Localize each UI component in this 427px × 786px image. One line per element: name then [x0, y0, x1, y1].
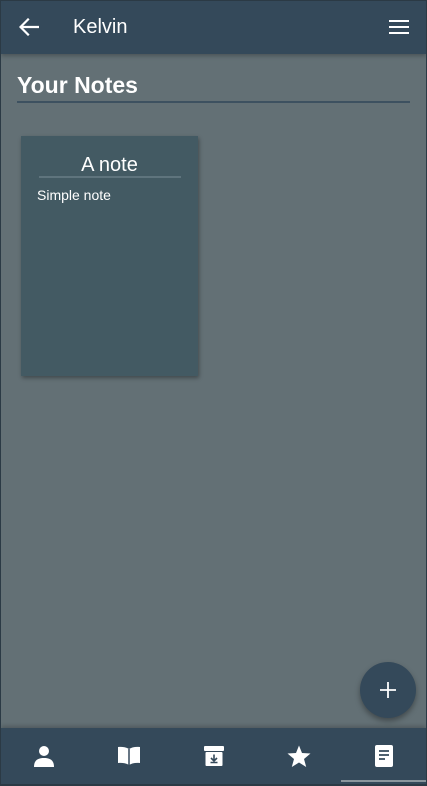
hamburger-menu-icon	[389, 19, 409, 35]
note-title: A note	[81, 154, 138, 176]
nav-archive[interactable]	[171, 728, 256, 784]
open-book-icon	[117, 746, 141, 766]
title-divider	[17, 101, 410, 103]
app-title: Kelvin	[73, 16, 128, 38]
app-screen: Kelvin Your Notes A note Simple note	[1, 1, 426, 784]
app-bar: Kelvin	[1, 1, 426, 54]
nav-notes[interactable]	[341, 728, 426, 784]
archive-icon	[203, 746, 224, 766]
nav-library[interactable]	[86, 728, 171, 784]
bottom-navigation	[1, 728, 426, 784]
note-card[interactable]: A note Simple note	[21, 136, 198, 376]
nav-profile[interactable]	[1, 728, 86, 784]
note-icon	[374, 745, 393, 767]
note-body: Simple note	[37, 187, 111, 203]
person-icon	[33, 745, 55, 767]
plus-icon	[379, 681, 397, 699]
star-icon	[287, 745, 311, 767]
nav-favorites[interactable]	[256, 728, 341, 784]
arrow-left-icon	[19, 18, 39, 36]
menu-button[interactable]	[386, 13, 412, 41]
back-button[interactable]	[15, 13, 43, 41]
page-title: Your Notes	[17, 72, 138, 98]
add-note-button[interactable]	[360, 662, 416, 718]
note-divider	[39, 176, 181, 178]
